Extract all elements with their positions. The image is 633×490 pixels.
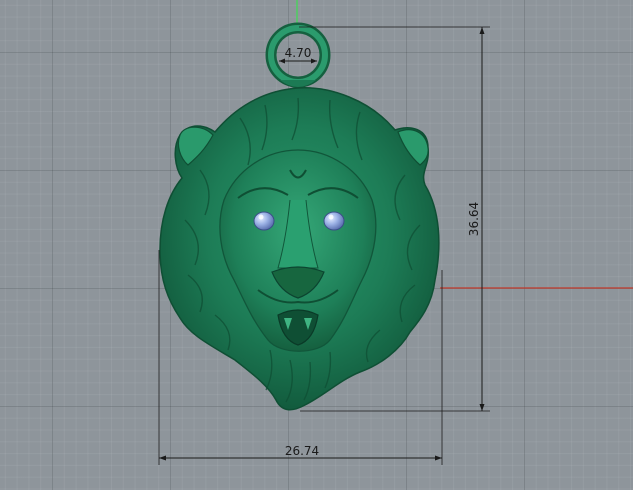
right-eye-gem: [323, 211, 345, 231]
viewport-canvas: 4.70 36.64 26.74: [158, 0, 633, 465]
dimension-width-label: 26.74: [285, 444, 319, 458]
lion-pendant-model[interactable]: [159, 87, 440, 411]
left-eye-gem: [253, 211, 275, 231]
rhino-viewport[interactable]: 4.70 36.64 26.74: [0, 0, 633, 490]
dimension-ring-inner-label: 4.70: [285, 46, 312, 60]
dimension-ring-inner[interactable]: 4.70: [279, 46, 317, 64]
dimension-height-label: 36.64: [467, 202, 481, 236]
